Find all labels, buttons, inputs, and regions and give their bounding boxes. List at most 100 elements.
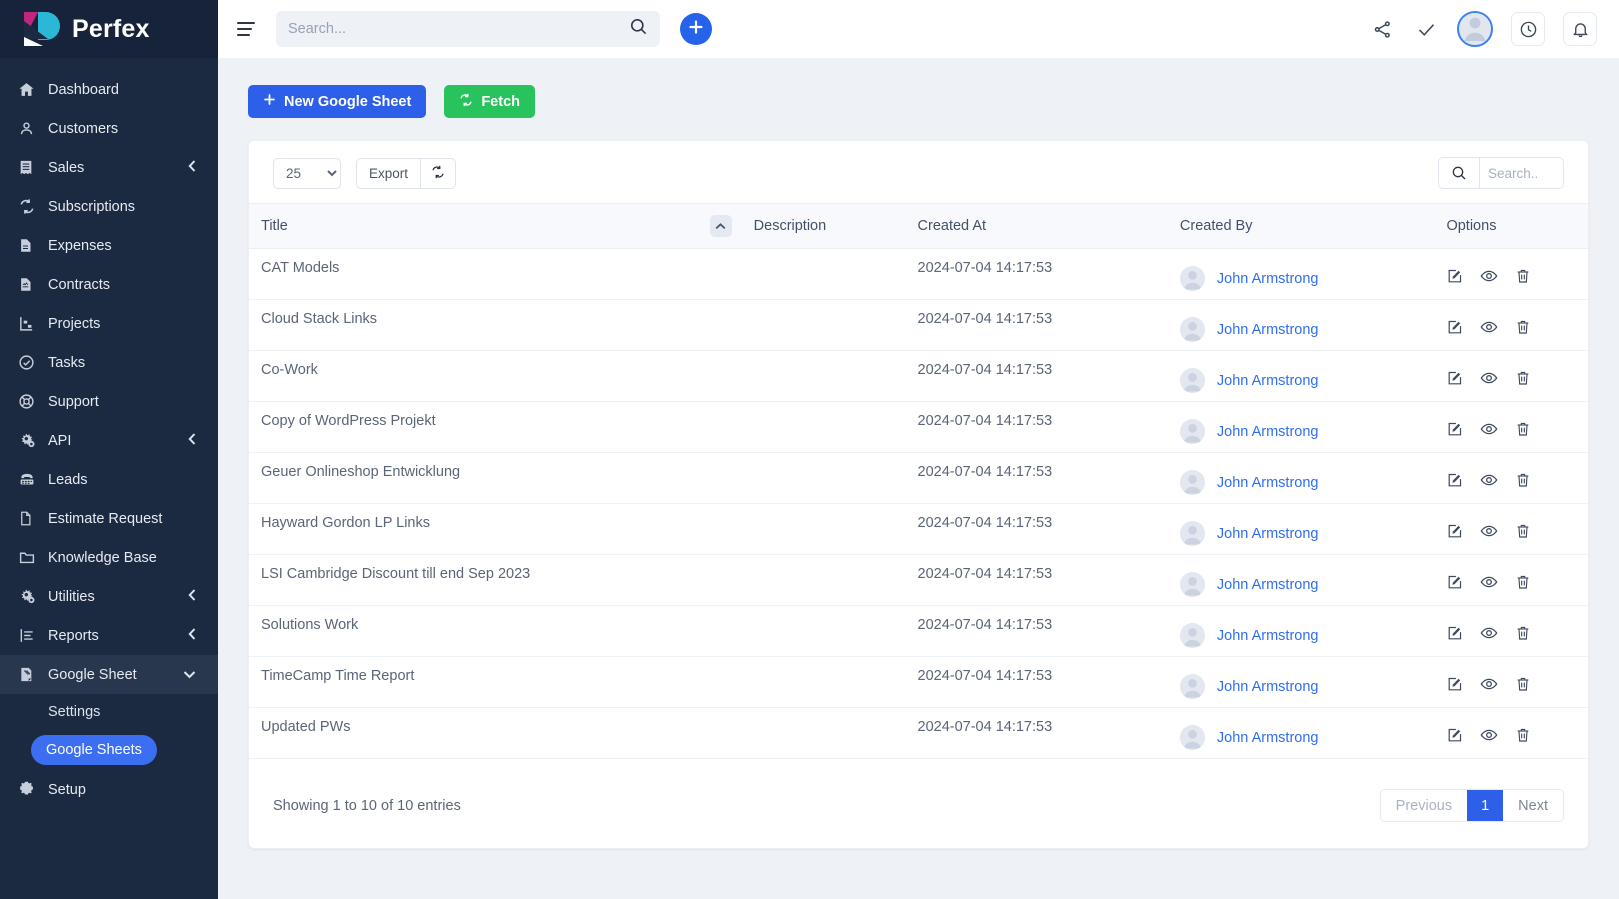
sidebar-item-setup[interactable]: Setup [0,770,218,809]
page-length-select[interactable]: 25 [273,157,341,189]
table-search-button[interactable] [1438,157,1480,189]
add-button[interactable] [680,13,712,45]
search-icon[interactable] [629,17,648,41]
view-icon[interactable] [1480,726,1498,744]
chevron-left-icon[interactable] [188,159,196,176]
delete-icon[interactable] [1515,370,1531,386]
delete-icon[interactable] [1515,676,1531,692]
edit-icon[interactable] [1446,676,1463,693]
sidebar-item-google-sheet[interactable]: Google Sheet [0,655,218,694]
pagination-page-1[interactable]: 1 [1467,790,1504,821]
avatar[interactable] [1457,11,1493,47]
table-row[interactable]: Hayward Gordon LP Links 2024-07-04 14:17:… [249,503,1588,555]
created-by-link[interactable]: John Armstrong [1217,628,1319,644]
delete-icon[interactable] [1515,268,1531,284]
edit-icon[interactable] [1446,727,1463,744]
column-header-created-by[interactable]: Created By [1167,203,1435,249]
delete-icon[interactable] [1515,574,1531,590]
edit-icon[interactable] [1446,523,1463,540]
column-header-created-at[interactable]: Created At [905,203,1168,249]
sidebar-item-tasks[interactable]: Tasks [0,343,218,382]
edit-icon[interactable] [1446,319,1463,336]
new-google-sheet-button[interactable]: New Google Sheet [248,85,427,118]
created-by-link[interactable]: John Armstrong [1217,577,1319,593]
sidebar-item-leads[interactable]: Leads [0,460,218,499]
share-icon[interactable] [1369,16,1395,42]
view-icon[interactable] [1480,318,1498,336]
sidebar-subitem-settings[interactable]: Settings [0,694,218,730]
delete-icon[interactable] [1515,625,1531,641]
global-search[interactable] [276,11,660,47]
edit-icon[interactable] [1446,268,1463,285]
delete-icon[interactable] [1515,421,1531,437]
delete-icon[interactable] [1515,727,1531,743]
sidebar-item-customers[interactable]: Customers [0,109,218,148]
chevron-left-icon[interactable] [188,432,196,449]
fetch-button[interactable]: Fetch [444,85,535,118]
chevron-left-icon[interactable] [188,627,196,644]
view-icon[interactable] [1480,471,1498,489]
column-header-description[interactable]: Description [741,203,906,249]
clock-icon[interactable] [1511,12,1545,46]
edit-icon[interactable] [1446,574,1463,591]
sidebar-item-api[interactable]: API [0,421,218,460]
hamburger-icon[interactable] [236,19,258,39]
bell-icon[interactable] [1563,12,1597,46]
view-icon[interactable] [1480,624,1498,642]
sidebar-subitem-google-sheets[interactable]: Google Sheets [31,735,157,765]
view-icon[interactable] [1480,420,1498,438]
created-by-link[interactable]: John Armstrong [1217,373,1319,389]
table-row[interactable]: Co-Work 2024-07-04 14:17:53 John Armstrong [249,350,1588,402]
view-icon[interactable] [1480,369,1498,387]
sidebar-item-expenses[interactable]: Expenses [0,226,218,265]
sidebar-item-sales[interactable]: Sales [0,148,218,187]
table-row[interactable]: TimeCamp Time Report 2024-07-04 14:17:53 J… [249,656,1588,708]
created-by-link[interactable]: John Armstrong [1217,526,1319,542]
created-by-link[interactable]: John Armstrong [1217,322,1319,338]
table-row[interactable]: Cloud Stack Links 2024-07-04 14:17:53 John… [249,299,1588,351]
table-row[interactable]: LSI Cambridge Discount till end Sep 2023… [249,554,1588,606]
reload-button[interactable] [421,157,457,189]
chevron-up-icon[interactable] [709,215,732,237]
table-row[interactable]: Geuer Onlineshop Entwicklung 2024-07-04 1… [249,452,1588,504]
chevron-down-icon[interactable] [183,667,196,683]
created-by-link[interactable]: John Armstrong [1217,730,1319,746]
created-by-link[interactable]: John Armstrong [1217,271,1319,287]
view-icon[interactable] [1480,522,1498,540]
table-row[interactable]: Updated PWs 2024-07-04 14:17:53 John Armst… [249,707,1588,759]
sidebar-item-support[interactable]: Support [0,382,218,421]
sidebar-item-estimate-request[interactable]: Estimate Request [0,499,218,538]
pagination-next[interactable]: Next [1503,790,1563,821]
sidebar-item-dashboard[interactable]: Dashboard [0,70,218,109]
sidebar-item-reports[interactable]: Reports [0,616,218,655]
delete-icon[interactable] [1515,319,1531,335]
delete-icon[interactable] [1515,472,1531,488]
chevron-left-icon[interactable] [188,588,196,605]
search-input[interactable] [288,21,629,37]
sidebar-item-projects[interactable]: Projects [0,304,218,343]
created-by-link[interactable]: John Armstrong [1217,424,1319,440]
brand[interactable]: Perfex [0,0,218,58]
check-icon[interactable] [1413,16,1439,42]
sidebar-item-utilities[interactable]: Utilities [0,577,218,616]
view-icon[interactable] [1480,573,1498,591]
delete-icon[interactable] [1515,523,1531,539]
table-row[interactable]: Solutions Work 2024-07-04 14:17:53 John Ar… [249,605,1588,657]
edit-icon[interactable] [1446,421,1463,438]
pagination-previous[interactable]: Previous [1380,790,1468,821]
edit-icon[interactable] [1446,625,1463,642]
sidebar-item-subscriptions[interactable]: Subscriptions [0,187,218,226]
edit-icon[interactable] [1446,370,1463,387]
column-header-title[interactable]: Title [249,203,742,249]
table-search-input[interactable] [1480,157,1564,189]
view-icon[interactable] [1480,675,1498,693]
table-row[interactable]: Copy of WordPress Projekt 2024-07-04 14:1… [249,401,1588,453]
export-button[interactable]: Export [356,157,422,189]
table-row[interactable]: CAT Models 2024-07-04 14:17:53 John Armstr… [249,248,1588,300]
view-icon[interactable] [1480,267,1498,285]
created-by-link[interactable]: John Armstrong [1217,679,1319,695]
created-by-link[interactable]: John Armstrong [1217,475,1319,491]
edit-icon[interactable] [1446,472,1463,489]
sidebar-item-knowledge-base[interactable]: Knowledge Base [0,538,218,577]
sidebar-item-contracts[interactable]: Contracts [0,265,218,304]
